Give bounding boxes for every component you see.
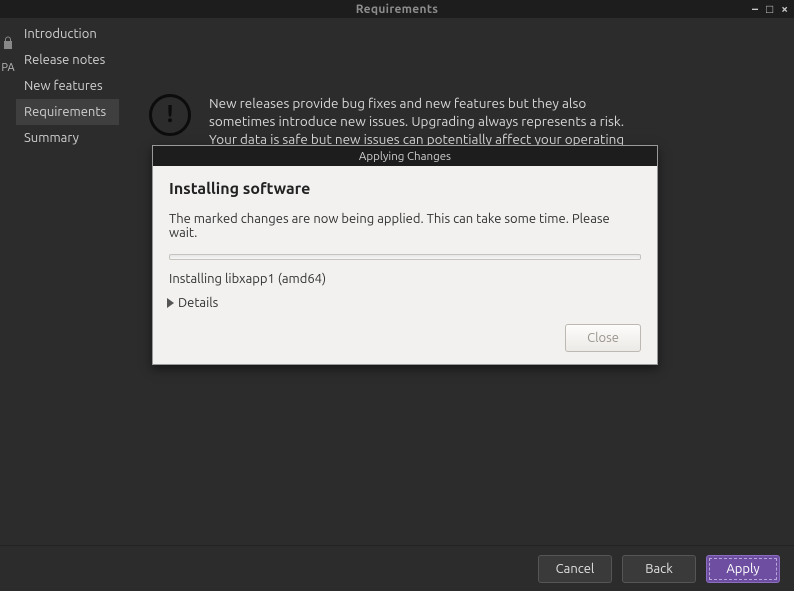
window-title: Requirements [356, 3, 439, 16]
dialog-footer: Close [169, 318, 641, 352]
maximize-icon[interactable]: □ [766, 2, 773, 16]
sidebar-item-new-features[interactable]: New features [16, 73, 119, 99]
sidebar-item-release-notes[interactable]: Release notes [16, 47, 119, 73]
window-controls: – □ × [752, 0, 788, 18]
chevron-right-icon [167, 298, 174, 308]
details-label: Details [178, 296, 218, 310]
minimize-icon[interactable]: – [752, 3, 758, 16]
warning-icon: ! [149, 94, 191, 136]
cancel-button[interactable]: Cancel [538, 555, 612, 583]
lock-icon [2, 36, 14, 54]
details-expander[interactable]: Details [167, 296, 641, 310]
apply-button[interactable]: Apply [706, 555, 780, 583]
back-button[interactable]: Back [622, 555, 696, 583]
progress-bar [169, 254, 641, 260]
applying-changes-dialog: Applying Changes Installing software The… [152, 145, 658, 365]
close-icon[interactable]: × [781, 3, 788, 16]
sidebar-item-summary[interactable]: Summary [16, 125, 119, 151]
dialog-close-button: Close [565, 324, 641, 352]
sidebar: Introduction Release notes New features … [16, 18, 119, 545]
sidebar-item-requirements[interactable]: Requirements [16, 99, 119, 125]
upgrade-window: Requirements – □ × PA Introduction Relea… [0, 0, 794, 591]
dialog-message: The marked changes are now being applied… [169, 212, 641, 240]
install-status: Installing libxapp1 (amd64) [169, 272, 641, 286]
dialog-title: Applying Changes [153, 146, 657, 166]
pa-label: PA [1, 62, 14, 74]
sidebar-item-introduction[interactable]: Introduction [16, 21, 119, 47]
dialog-body: Installing software The marked changes a… [153, 166, 657, 364]
left-strip: PA [0, 18, 16, 545]
footer: Cancel Back Apply [0, 545, 794, 591]
titlebar: Requirements – □ × [0, 0, 794, 18]
dialog-heading: Installing software [169, 180, 641, 198]
